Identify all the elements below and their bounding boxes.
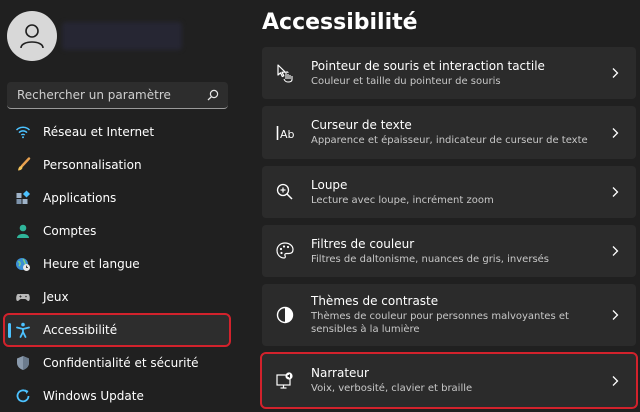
narrator-icon bbox=[274, 370, 296, 392]
palette-icon bbox=[274, 240, 296, 262]
sidebar-item-label: Jeux bbox=[43, 290, 69, 304]
sidebar: Rechercher un paramètre Réseau et Intern… bbox=[0, 0, 240, 412]
card-title: Curseur de texte bbox=[311, 118, 412, 132]
card-color-filters[interactable]: Filtres de couleur Filtres de daltonisme… bbox=[262, 225, 636, 277]
card-text-cursor[interactable]: Ab Curseur de texte Apparence et épaisse… bbox=[262, 106, 636, 159]
avatar[interactable] bbox=[7, 11, 57, 61]
card-subtitle: Lecture avec loupe, incrément zoom bbox=[311, 194, 494, 206]
sidebar-item-label: Comptes bbox=[43, 224, 97, 238]
wifi-icon bbox=[15, 124, 31, 140]
card-subtitle: Filtres de daltonisme, nuances de gris, … bbox=[311, 253, 550, 265]
sidebar-item-label: Réseau et Internet bbox=[43, 125, 155, 139]
chevron-right-icon bbox=[612, 187, 619, 197]
chevron-right-icon bbox=[612, 375, 619, 386]
chevron-right-icon bbox=[612, 127, 619, 138]
card-magnifier[interactable]: Loupe Lecture avec loupe, incrément zoom bbox=[262, 166, 636, 218]
search-icon[interactable] bbox=[206, 88, 220, 102]
sidebar-item-label: Personnalisation bbox=[43, 158, 142, 172]
sidebar-item-apps[interactable]: Applications bbox=[5, 183, 229, 213]
sidebar-item-windows-update[interactable]: Windows Update bbox=[5, 381, 229, 411]
apps-icon bbox=[15, 190, 31, 206]
account-name-redacted bbox=[62, 22, 182, 50]
card-title: Filtres de couleur bbox=[311, 236, 415, 251]
sidebar-item-gaming[interactable]: Jeux bbox=[5, 282, 229, 312]
svg-text:Ab: Ab bbox=[280, 128, 295, 141]
search-placeholder: Rechercher un paramètre bbox=[17, 88, 171, 102]
chevron-right-icon bbox=[612, 246, 619, 256]
card-mouse-pointer[interactable]: Pointeur de souris et interaction tactil… bbox=[262, 47, 636, 99]
brush-icon bbox=[15, 157, 31, 173]
sidebar-item-label: Heure et langue bbox=[43, 257, 140, 271]
user-icon bbox=[20, 24, 44, 49]
globe-clock-icon bbox=[15, 256, 31, 272]
sidebar-item-time-language[interactable]: Heure et langue bbox=[5, 249, 229, 279]
page-title: Accessibilité bbox=[262, 10, 418, 35]
sidebar-item-label: Applications bbox=[43, 191, 117, 205]
chevron-right-icon bbox=[612, 310, 619, 320]
card-title: Loupe bbox=[311, 177, 348, 192]
card-subtitle: Apparence et épaisseur, indicateur de cu… bbox=[311, 135, 588, 146]
chevron-right-icon bbox=[612, 68, 619, 78]
sidebar-item-privacy-security[interactable]: Confidentialité et sécurité bbox=[5, 348, 229, 378]
card-title: Narrateur bbox=[311, 366, 369, 380]
sidebar-item-personalization[interactable]: Personnalisation bbox=[5, 150, 229, 180]
sidebar-item-accessibility[interactable]: Accessibilité bbox=[3, 313, 231, 347]
sidebar-item-label: Confidentialité et sécurité bbox=[43, 356, 199, 370]
person-icon bbox=[15, 223, 31, 239]
card-title: Thèmes de contraste bbox=[311, 294, 439, 308]
sidebar-item-accounts[interactable]: Comptes bbox=[5, 216, 229, 246]
pointer-touch-icon bbox=[274, 62, 296, 84]
card-contrast-themes[interactable]: Thèmes de contraste Thèmes de couleur po… bbox=[262, 284, 636, 346]
sidebar-item-network[interactable]: Réseau et Internet bbox=[5, 117, 229, 147]
search-input[interactable]: Rechercher un paramètre bbox=[7, 82, 228, 109]
magnifier-icon bbox=[274, 181, 296, 203]
card-subtitle: Voix, verbosité, clavier et braille bbox=[311, 383, 473, 394]
card-subtitle: Couleur et taille du pointeur de souris bbox=[311, 75, 501, 87]
accessibility-icon bbox=[15, 322, 31, 338]
gamepad-icon bbox=[15, 289, 31, 305]
text-cursor-icon: Ab bbox=[274, 122, 296, 144]
sidebar-item-label: Accessibilité bbox=[43, 323, 118, 337]
update-icon bbox=[15, 388, 31, 404]
contrast-icon bbox=[274, 304, 296, 326]
card-subtitle: Thèmes de couleur pour personnes malvoya… bbox=[311, 311, 569, 335]
sidebar-item-label: Windows Update bbox=[43, 389, 144, 403]
card-title: Pointeur de souris et interaction tactil… bbox=[311, 58, 545, 73]
card-narrator[interactable]: Narrateur Voix, verbosité, clavier et br… bbox=[260, 352, 638, 409]
shield-icon bbox=[15, 355, 31, 371]
selection-indicator bbox=[8, 323, 11, 338]
